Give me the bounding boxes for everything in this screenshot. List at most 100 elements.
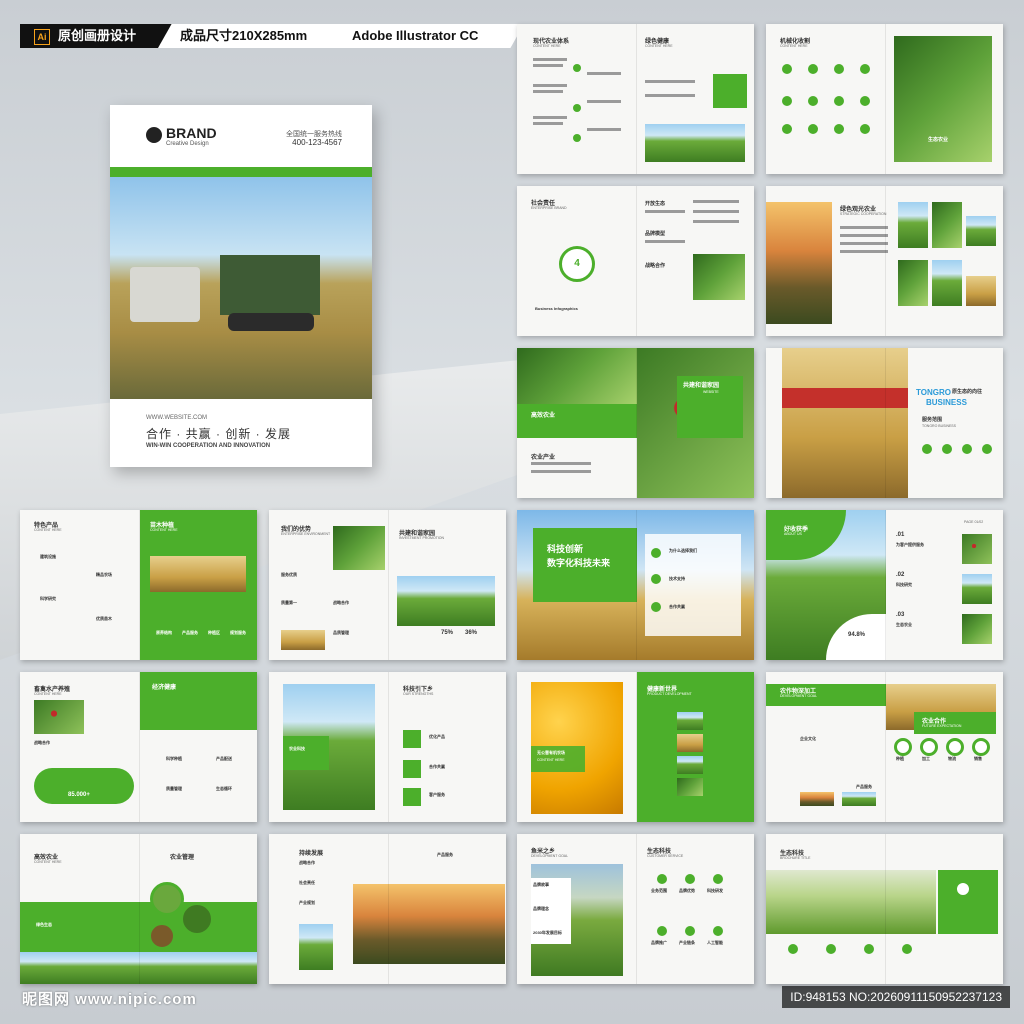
truck-wheels [228, 313, 314, 331]
item-2: 科技研究 [896, 582, 912, 587]
photo-caption-en: CONTENT HERE [537, 758, 565, 762]
header-label-size: 成品尺寸210X285mm [158, 24, 352, 48]
grid-1: 业务范围 [651, 888, 667, 893]
spread-10: 好收获季 ABOUT US 94.8% PAGE 01/02 .01 .02 .… [766, 510, 1003, 660]
spread-subtitle: OUR STRENGTHS [403, 692, 434, 696]
hotline-phone: 400-123-4567 [292, 138, 342, 147]
spread-13: 无公害有机农场 CONTENT HERE 健康新世界 PRODUCT DEVEL… [517, 672, 754, 822]
item-1: 服务优质 [281, 572, 297, 577]
spread-18: 生态科技 BROCHURE TITLE [766, 834, 1003, 984]
item-3: 科学研究 [40, 596, 56, 601]
item-1: 品牌故事 [533, 882, 549, 887]
stat-2: 36% [465, 630, 478, 636]
stat: 94.8% [848, 632, 866, 638]
spread-subtitle-2: CONTENT HERE [150, 528, 178, 532]
item-3: 战略合作 [333, 600, 349, 605]
spread-2: 机械化收割 CONTENT HERE 生态农业 [766, 24, 1003, 174]
number-1: .01 [896, 532, 905, 538]
cover-subtitle: WIN-WIN COOPERATION AND INNOVATION [146, 443, 271, 449]
photo-caption: 生态农业 [928, 137, 949, 143]
item-3: 合作共赢 [669, 604, 685, 609]
ai-icon: Ai [34, 28, 50, 45]
spread-subtitle: CONTENT HERE [533, 44, 561, 48]
spread-17: 鱼米之乡 DEVELOPMENT GOAL 品牌故事 品牌理念 2030年发展目… [517, 834, 754, 984]
spread-subtitle: DEVELOPMENT GOAL [531, 854, 569, 858]
service-subtitle: TONGRO BUSINESS [922, 424, 956, 428]
spread-title-2: 高效农业 [531, 413, 556, 419]
item-2: 质量第一 [281, 600, 297, 605]
brand-subtitle: Creative Design [166, 141, 209, 147]
spread-subtitle: BROCHURE TITLE [780, 856, 811, 860]
spread-subtitle: CONTENT HERE [34, 860, 62, 864]
spread-title: 共建和谐家园 [683, 383, 720, 389]
header-label-original-text: 原创画册设计 [58, 28, 137, 43]
spread-11: 畜禽水产养殖 CONTENT HERE 战略合作 85.000+ 经济健康 科学… [20, 672, 257, 822]
infographic-caption: Business Infographics [535, 306, 578, 311]
spread-subtitle: CONTENT HERE [780, 44, 808, 48]
business-title: TONGRO [916, 388, 951, 397]
spread-subtitle: WEBSITE [703, 390, 719, 394]
spread-12: 农业科技 科技引下乡 OUR STRENGTHS 优化产品 合作共赢 客户服务 [269, 672, 506, 822]
spread-6: TONGRO 原生态的向往 BUSINESS 服务范围 TONGRO BUSIN… [766, 348, 1003, 498]
spread-subtitle: ENTERPRISE ENVIRONMENT [281, 532, 331, 536]
item-3: 客户服务 [429, 792, 445, 797]
item-4: 质量管理 [166, 786, 182, 791]
spread-9: 科技创新 数字化科技未来 为什么选择我们 技术支持 合作共赢 [517, 510, 754, 660]
spread-title-3: 农业产业 [531, 455, 556, 461]
hay-photo [353, 884, 505, 964]
photo-caption: 农业科技 [289, 746, 305, 751]
brand-logo-icon [146, 127, 162, 143]
item-1: 企业文化 [800, 736, 816, 741]
page-label: PAGE 01/02 [964, 520, 984, 524]
item-4: 优质苗木 [96, 616, 112, 621]
grain-photo [782, 348, 908, 498]
grid-4: 品牌推广 [651, 940, 667, 945]
brochure-cover: BRAND Creative Design 全国统一服务热线 400-123-4… [110, 105, 372, 467]
spread-5: 高效农业 农业产业 共建和谐家园 WEBSITE [517, 348, 754, 498]
grid-3: 科技研发 [707, 888, 723, 893]
item-1: 为客户提供服务 [896, 542, 924, 547]
item-2: 社会责任 [299, 880, 315, 885]
photo-caption: 无公害有机农场 [537, 750, 565, 755]
item-2: 精品农场 [96, 572, 112, 577]
photo-caption: 绿色生态 [36, 922, 52, 927]
business-title-cn: 原生态的向往 [952, 389, 983, 395]
cover-photo-harvest [110, 177, 372, 399]
item-1: 建筑设施 [40, 554, 56, 559]
number-2: .02 [896, 572, 905, 578]
spread-15: 高效农业 CONTENT HERE 农业管理 绿色生态 [20, 834, 257, 984]
item-2: 技术支持 [669, 576, 685, 581]
spread-title-2: 数字化科技未来 [547, 558, 611, 568]
item-3: 产业规划 [299, 900, 315, 905]
grid-2: 品牌优势 [679, 888, 695, 893]
watermark: 昵图网 www.nipic.com [22, 991, 197, 1008]
spread-subtitle-2: INVESTMENT PROMOTION [399, 536, 445, 540]
corn-photo [894, 36, 992, 162]
spread-subtitle-2: CUSTOMER SERVICE [647, 854, 684, 858]
spread-8: 我们的优势 ENTERPRISE ENVIRONMENT 服务优质 质量第一 战… [269, 510, 506, 660]
spread-title-2: 农业管理 [170, 855, 195, 861]
item-1: 战略合作 [299, 860, 315, 865]
grid-6: 人工智能 [707, 940, 723, 945]
spread-14: 农作物深加工 DEVELOPMENT GOAL 企业文化 产品服务 农业合作 F… [766, 672, 1003, 822]
item-5: 原养结构 [156, 630, 172, 635]
item-2: 合作共赢 [429, 764, 445, 769]
spread-title-2: 经济健康 [152, 685, 177, 691]
spread-subtitle-2: FUTURE EXPECTATION [922, 724, 962, 728]
business-subtitle: BUSINESS [926, 398, 967, 407]
spread-16: 持续发展 产品服务 战略合作 社会责任 产业规划 [269, 834, 506, 984]
truck-image [220, 255, 320, 315]
spread-subtitle-2: CONTENT HERE [645, 44, 673, 48]
spread-4: 绿色观光农业 STRATEGIC COOPERATION [766, 186, 1003, 336]
sunset-photo [766, 202, 832, 324]
item-1: 为什么选择我们 [669, 548, 697, 553]
cat-2: 加工 [922, 756, 930, 761]
spread-title-2: 产品服务 [437, 852, 453, 857]
spread-subtitle: PRODUCT DEVELOPMENT [647, 692, 692, 696]
item-3: 产品配送 [216, 756, 232, 761]
stat-1: 75% [441, 630, 454, 636]
spread-7: 特色产品 CONTENT HERE 建筑设施 精品农场 科学研究 优质苗木 苗木… [20, 510, 257, 660]
item-7: 种植区 [208, 630, 220, 635]
field-photo [645, 124, 745, 162]
spread-subtitle: CONTENT HERE [34, 528, 62, 532]
